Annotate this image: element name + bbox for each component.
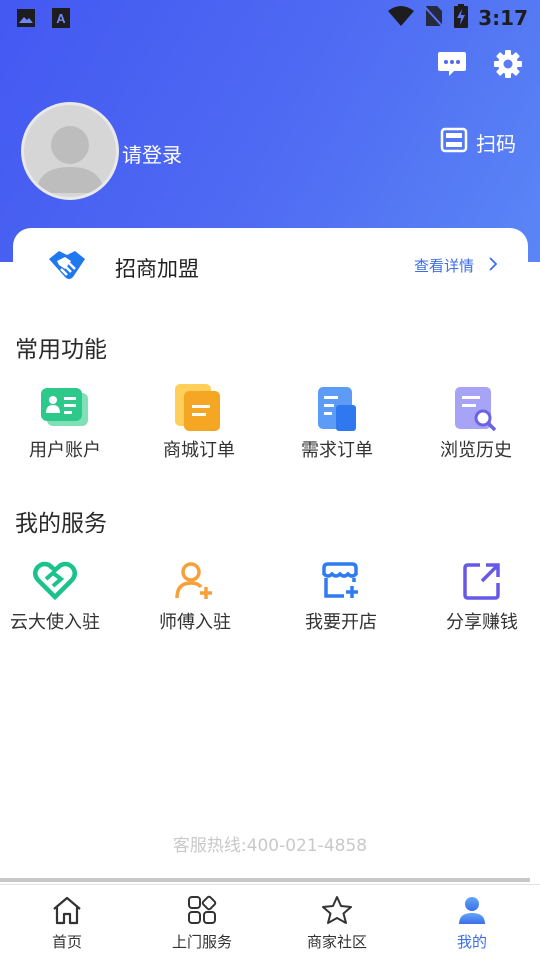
browse-history-icon (421, 384, 531, 434)
demand-order-label: 需求订单 (301, 440, 373, 461)
card-title: 招商加盟 (115, 257, 199, 281)
handshake-icon (47, 245, 87, 289)
mall-order-item[interactable]: 商城订单 (144, 384, 254, 462)
scan-button[interactable]: 扫码 (440, 127, 516, 158)
browse-history-label: 浏览历史 (440, 440, 512, 461)
demand-order-icon (282, 384, 392, 434)
mall-order-label: 商城订单 (163, 440, 235, 461)
status-bar: A 3:17 (0, 0, 540, 36)
view-details-label: 查看详情 (413, 257, 474, 275)
svg-text:A: A (56, 11, 66, 26)
my-services-title: 我的服务 (15, 511, 107, 537)
services-grid-icon (147, 895, 257, 929)
bottom-tab-bar: 首页 上门服务 商家社区 我的 (0, 884, 540, 960)
tab-onsite-service-label: 上门服务 (171, 933, 232, 951)
tab-home[interactable]: 首页 (12, 895, 122, 952)
share-item[interactable]: 分享赚钱 (427, 556, 537, 634)
user-account-item[interactable]: 用户账户 (10, 384, 120, 462)
profile-icon (417, 895, 527, 929)
tab-merchant-community[interactable]: 商家社区 (282, 895, 392, 952)
chevron-right-icon (488, 256, 498, 275)
scan-icon (440, 127, 468, 158)
ambassador-label: 云大使入驻 (10, 612, 100, 633)
tab-merchant-community-label: 商家社区 (306, 933, 367, 951)
ambassador-icon (0, 556, 110, 606)
star-icon (282, 895, 392, 929)
user-account-icon (10, 384, 120, 434)
home-icon (12, 895, 122, 929)
scan-label: 扫码 (476, 132, 516, 156)
view-details-link[interactable]: 查看详情 (414, 255, 498, 276)
scrollbar (0, 878, 530, 882)
share-label: 分享赚钱 (446, 612, 518, 633)
gallery-icon (16, 8, 36, 32)
mall-order-icon (144, 384, 254, 434)
tab-onsite-service[interactable]: 上门服务 (147, 895, 257, 952)
gear-icon[interactable] (492, 48, 524, 80)
open-store-label: 我要开店 (305, 612, 377, 633)
open-store-icon (286, 556, 396, 606)
tab-mine-label: 我的 (456, 933, 487, 951)
login-link[interactable]: 请登录 (122, 139, 182, 168)
default-avatar-icon (36, 126, 104, 193)
master-join-item[interactable]: 师傅入驻 (140, 556, 250, 634)
tab-mine[interactable]: 我的 (417, 895, 527, 952)
franchise-card[interactable]: 招商加盟 查看详情 (13, 228, 528, 308)
battery-charging-icon (454, 4, 469, 32)
wifi-icon (388, 5, 415, 31)
master-join-label: 师傅入驻 (159, 612, 231, 633)
keyboard-a-icon: A (52, 8, 70, 32)
share-icon (427, 556, 537, 606)
tab-home-label: 首页 (51, 933, 82, 951)
user-account-label: 用户账户 (29, 440, 101, 461)
message-icon[interactable] (436, 48, 468, 80)
customer-service-hotline: 客服热线:400-021-4858 (172, 836, 368, 856)
ambassador-item[interactable]: 云大使入驻 (0, 556, 110, 634)
clock-time: 3:17 (478, 6, 528, 30)
common-functions-title: 常用功能 (15, 337, 107, 363)
no-sim-icon (423, 4, 445, 32)
browse-history-item[interactable]: 浏览历史 (421, 384, 531, 462)
demand-order-item[interactable]: 需求订单 (282, 384, 392, 462)
master-join-icon (140, 556, 250, 606)
open-store-item[interactable]: 我要开店 (286, 556, 396, 634)
avatar[interactable] (21, 102, 119, 200)
